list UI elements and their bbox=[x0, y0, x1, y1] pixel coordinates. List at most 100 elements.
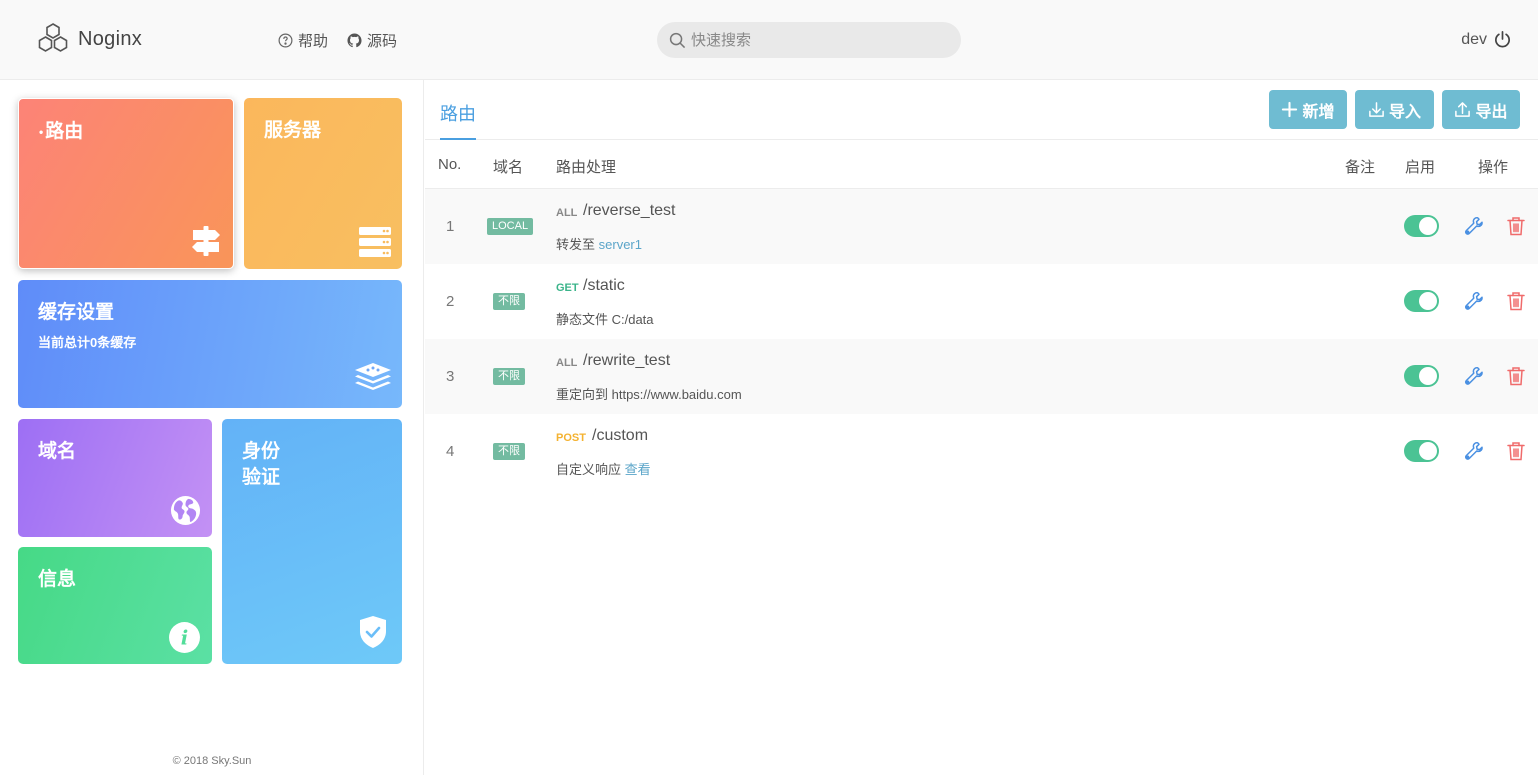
tile-auth[interactable]: 身份 验证 bbox=[222, 419, 402, 664]
domain-badge: 不限 bbox=[493, 443, 525, 460]
route-path[interactable]: /custom bbox=[592, 427, 648, 445]
toolbar: 路由 新增 导入 导出 bbox=[425, 80, 1538, 140]
plus-icon bbox=[1282, 101, 1298, 118]
add-button-label: 新增 bbox=[1302, 103, 1335, 121]
method-label: GET bbox=[556, 282, 579, 294]
wrench-icon bbox=[1464, 292, 1483, 310]
power-icon[interactable] bbox=[1493, 30, 1512, 49]
route-description: 静态文件 C:/data bbox=[556, 312, 654, 327]
delete-button[interactable] bbox=[1506, 441, 1526, 461]
layers-icon bbox=[355, 363, 391, 390]
import-button[interactable]: 导入 bbox=[1355, 90, 1434, 129]
source-label: 源码 bbox=[367, 33, 398, 50]
route-path[interactable]: /reverse_test bbox=[583, 202, 675, 220]
trash-icon bbox=[1507, 367, 1525, 386]
view-link[interactable]: 查看 bbox=[625, 462, 651, 477]
server-icon bbox=[359, 227, 391, 257]
row-number: 2 bbox=[446, 293, 455, 310]
trash-icon bbox=[1507, 442, 1525, 461]
help-circle-icon bbox=[278, 33, 293, 48]
delete-button[interactable] bbox=[1506, 216, 1526, 236]
import-button-label: 导入 bbox=[1388, 103, 1421, 121]
app-name: Noginx bbox=[78, 27, 143, 50]
source-link[interactable]: 源码 bbox=[347, 30, 397, 51]
enable-toggle[interactable] bbox=[1404, 440, 1439, 462]
tile-route-title: • 路由 bbox=[39, 121, 84, 143]
row-number: 1 bbox=[446, 218, 455, 235]
domain-badge: LOCAL bbox=[487, 218, 534, 235]
enable-toggle[interactable] bbox=[1404, 290, 1439, 312]
col-note: 备注 bbox=[1345, 159, 1376, 176]
main-panel: 路由 新增 导入 导出 No. 域名 路由处理 备注 启用 操作 1 LOCAL… bbox=[425, 80, 1538, 775]
tile-cache-title: 缓存设置 bbox=[38, 302, 115, 323]
delete-button[interactable] bbox=[1506, 366, 1526, 386]
tile-server-title: 服务器 bbox=[264, 120, 322, 141]
trash-icon bbox=[1507, 217, 1525, 236]
table-row: 2 不限 GET /static 静态文件 C:/data bbox=[425, 264, 1538, 339]
active-dot: • bbox=[39, 125, 44, 139]
tile-cache[interactable]: 缓存设置 当前总计0条缓存 bbox=[18, 280, 402, 408]
export-button[interactable]: 导出 bbox=[1442, 90, 1520, 129]
route-path[interactable]: /rewrite_test bbox=[583, 352, 670, 370]
signpost-icon bbox=[192, 226, 220, 256]
search-input[interactable] bbox=[691, 31, 951, 49]
enable-toggle[interactable] bbox=[1404, 215, 1439, 237]
table-row: 1 LOCAL ALL /reverse_test 转发至 server1 bbox=[425, 189, 1538, 264]
tile-server[interactable]: 服务器 bbox=[244, 98, 402, 269]
tile-cache-subtitle: 当前总计0条缓存 bbox=[38, 335, 137, 350]
sidebar: • 路由 服务器 缓存设置 当前总计0条缓存 域名 身份 验证 信息 i © 2… bbox=[0, 80, 424, 775]
table-row: 3 不限 ALL /rewrite_test 重定向到 https://www.… bbox=[425, 339, 1538, 414]
export-button-label: 导出 bbox=[1475, 103, 1508, 121]
table-row: 4 不限 POST /custom 自定义响应 查看 bbox=[425, 414, 1538, 489]
search-icon bbox=[669, 32, 686, 48]
tab-route[interactable]: 路由 bbox=[440, 100, 476, 140]
tile-auth-title-line2: 验证 bbox=[242, 467, 281, 488]
col-actions: 操作 bbox=[1478, 159, 1509, 176]
col-no: No. bbox=[438, 156, 462, 173]
delete-button[interactable] bbox=[1506, 291, 1526, 311]
shield-check-icon bbox=[360, 616, 386, 648]
copyright: © 2018 Sky.Sun bbox=[172, 755, 252, 767]
tile-info[interactable]: 信息 i bbox=[18, 547, 212, 664]
edit-button[interactable] bbox=[1464, 366, 1484, 386]
edit-button[interactable] bbox=[1464, 216, 1484, 236]
tile-auth-title-line1: 身份 bbox=[242, 441, 281, 462]
edit-button[interactable] bbox=[1464, 441, 1484, 461]
route-description: 转发至 server1 bbox=[556, 237, 642, 252]
wrench-icon bbox=[1464, 367, 1483, 385]
info-icon: i bbox=[169, 622, 200, 653]
download-icon bbox=[1369, 102, 1384, 117]
server-link[interactable]: server1 bbox=[599, 237, 642, 252]
col-handler: 路由处理 bbox=[556, 159, 617, 176]
add-button[interactable]: 新增 bbox=[1269, 90, 1347, 129]
table-header: No. 域名 路由处理 备注 启用 操作 bbox=[425, 140, 1538, 189]
help-label: 帮助 bbox=[298, 33, 329, 50]
hexagons-logo-icon bbox=[38, 23, 68, 52]
top-header: Noginx 帮助 源码 dev bbox=[0, 0, 1538, 80]
method-label: POST bbox=[556, 432, 586, 444]
domain-badge: 不限 bbox=[493, 368, 525, 385]
edit-button[interactable] bbox=[1464, 291, 1484, 311]
upload-icon bbox=[1455, 102, 1471, 117]
row-number: 3 bbox=[446, 368, 455, 385]
globe-icon bbox=[170, 495, 201, 526]
tile-info-title: 信息 bbox=[38, 569, 77, 590]
col-domain: 域名 bbox=[493, 159, 524, 176]
enable-toggle[interactable] bbox=[1404, 365, 1439, 387]
app-logo[interactable]: Noginx bbox=[36, 22, 142, 56]
username: dev bbox=[1461, 30, 1487, 48]
col-enabled: 启用 bbox=[1405, 159, 1436, 176]
route-description: 重定向到 https://www.baidu.com bbox=[556, 387, 742, 402]
route-path[interactable]: /static bbox=[583, 277, 625, 295]
row-number: 4 bbox=[446, 443, 455, 460]
user-menu[interactable]: dev bbox=[1461, 30, 1512, 49]
wrench-icon bbox=[1464, 442, 1483, 460]
domain-badge: 不限 bbox=[493, 293, 525, 310]
tile-route[interactable]: • 路由 bbox=[18, 98, 234, 269]
tile-domain[interactable]: 域名 bbox=[18, 419, 212, 537]
tile-domain-title: 域名 bbox=[38, 441, 77, 462]
trash-icon bbox=[1507, 292, 1525, 311]
route-description: 自定义响应 查看 bbox=[556, 462, 651, 477]
search-box[interactable] bbox=[657, 22, 961, 58]
help-link[interactable]: 帮助 bbox=[278, 30, 328, 51]
